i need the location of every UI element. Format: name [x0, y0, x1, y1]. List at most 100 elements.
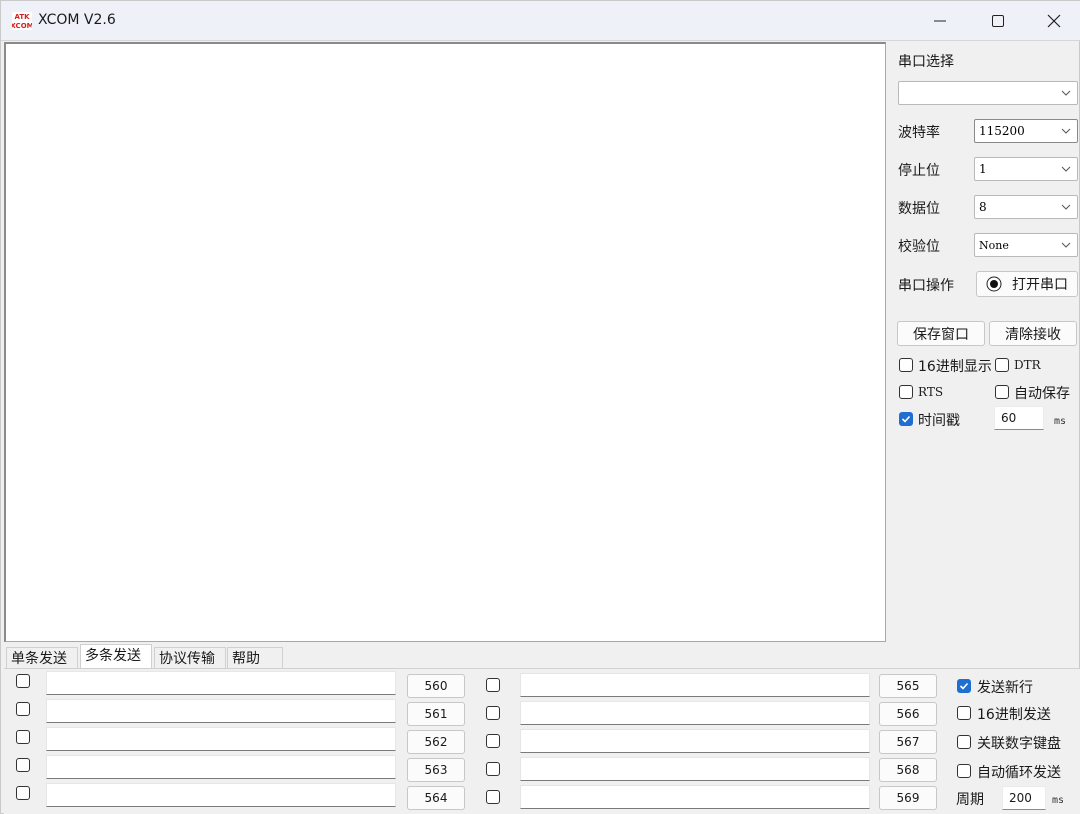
minimize-button[interactable]	[911, 1, 969, 41]
stop-bits-select[interactable]: 1	[974, 157, 1078, 181]
clear-receive-button[interactable]: 清除接收	[989, 321, 1077, 346]
multi-send-button-label: 569	[896, 791, 920, 805]
chevron-down-icon	[1061, 242, 1071, 248]
tab-protocol-label: 协议传输	[159, 651, 215, 667]
multi-send-button-label: 568	[896, 763, 920, 777]
maximize-button[interactable]	[969, 1, 1027, 41]
tab-protocol[interactable]: 协议传输	[154, 647, 226, 669]
close-button[interactable]	[1025, 1, 1080, 41]
parity-select[interactable]: None	[974, 233, 1078, 257]
open-port-button[interactable]: 打开串口	[976, 271, 1078, 297]
clear-receive-label: 清除接收	[1005, 326, 1061, 343]
rts-checkbox[interactable]	[899, 385, 913, 399]
timestamp-interval-input[interactable]: 60	[994, 406, 1044, 430]
period-value: 200	[1009, 791, 1032, 805]
svg-text:ATK: ATK	[14, 13, 30, 21]
multi-send-checkbox-4[interactable]	[16, 758, 30, 772]
chevron-down-icon	[1061, 166, 1071, 172]
minimize-icon	[934, 20, 946, 22]
multi-send-input-10[interactable]	[520, 785, 870, 809]
xcom-window: ATK XCOM XCOM V2.6 串口选择 波特率 115200 停止位 1…	[0, 0, 1080, 814]
auto-loop-checkbox[interactable]	[957, 764, 971, 778]
multi-send-button-label: 567	[896, 735, 920, 749]
multi-send-input-5[interactable]	[46, 783, 396, 807]
tab-multi-send-label: 多条发送	[85, 648, 141, 664]
multi-send-checkbox-9[interactable]	[486, 762, 500, 776]
multi-send-button-7[interactable]: 566	[879, 702, 937, 726]
port-select[interactable]	[898, 81, 1078, 105]
hex-send-checkbox[interactable]	[957, 706, 971, 720]
data-bits-select[interactable]: 8	[974, 195, 1078, 219]
multi-send-button-label: 566	[896, 707, 920, 721]
period-input[interactable]: 200	[1002, 786, 1046, 810]
numpad-checkbox[interactable]	[957, 735, 971, 749]
period-label: 周期	[956, 792, 984, 808]
timestamp-label: 时间戳	[918, 413, 960, 429]
multi-send-button-5[interactable]: 564	[407, 786, 465, 810]
multi-send-button-10[interactable]: 569	[879, 786, 937, 810]
multi-send-button-label: 564	[424, 791, 448, 805]
tab-single-send[interactable]: 单条发送	[6, 647, 78, 669]
multi-send-input-3[interactable]	[46, 727, 396, 751]
multi-send-button-4[interactable]: 563	[407, 758, 465, 782]
baud-select[interactable]: 115200	[974, 119, 1078, 143]
timestamp-unit: ms	[1054, 416, 1067, 427]
multi-send-input-1[interactable]	[46, 671, 396, 695]
baud-label: 波特率	[898, 125, 940, 141]
multi-send-checkbox-1[interactable]	[16, 674, 30, 688]
parity-value: None	[979, 239, 1009, 252]
dtr-checkbox[interactable]	[995, 358, 1009, 372]
multi-send-checkbox-8[interactable]	[486, 734, 500, 748]
multi-send-button-label: 562	[424, 735, 448, 749]
multi-send-button-3[interactable]: 562	[407, 730, 465, 754]
multi-send-checkbox-5[interactable]	[16, 786, 30, 800]
multi-send-input-2[interactable]	[46, 699, 396, 723]
baud-select-value: 115200	[979, 124, 1025, 138]
multi-send-button-1[interactable]: 560	[407, 674, 465, 698]
numpad-label: 关联数字键盘	[977, 736, 1061, 752]
port-operation-label: 串口操作	[898, 278, 954, 294]
multi-send-checkbox-3[interactable]	[16, 730, 30, 744]
multi-send-input-4[interactable]	[46, 755, 396, 779]
multi-send-input-6[interactable]	[520, 673, 870, 697]
chevron-down-icon	[1061, 204, 1071, 210]
auto-loop-label: 自动循环发送	[977, 765, 1061, 781]
multi-send-button-6[interactable]: 565	[879, 674, 937, 698]
tab-multi-send[interactable]: 多条发送	[80, 644, 152, 669]
svg-text:XCOM: XCOM	[12, 22, 32, 30]
timestamp-interval-value: 60	[1001, 411, 1017, 425]
window-title: XCOM V2.6	[38, 12, 116, 28]
save-window-button[interactable]: 保存窗口	[897, 321, 985, 346]
stop-bits-value: 1	[979, 162, 987, 176]
auto-save-checkbox[interactable]	[995, 385, 1009, 399]
multi-send-checkbox-6[interactable]	[486, 678, 500, 692]
multi-send-button-8[interactable]: 567	[879, 730, 937, 754]
hex-display-label: 16进制显示	[918, 359, 992, 375]
multi-send-input-8[interactable]	[520, 729, 870, 753]
parity-label: 校验位	[898, 239, 940, 255]
xcom-app-icon: ATK XCOM	[12, 12, 32, 30]
stop-bits-label: 停止位	[898, 163, 940, 179]
radio-indicator-icon	[986, 276, 1002, 292]
hex-send-label: 16进制发送	[977, 707, 1051, 723]
multi-send-checkbox-2[interactable]	[16, 702, 30, 716]
multi-send-checkbox-10[interactable]	[486, 790, 500, 804]
timestamp-checkbox[interactable]	[899, 412, 913, 426]
multi-send-input-7[interactable]	[520, 701, 870, 725]
data-bits-value: 8	[979, 200, 987, 214]
multi-send-input-9[interactable]	[520, 757, 870, 781]
close-icon	[1047, 14, 1061, 28]
save-window-label: 保存窗口	[913, 326, 969, 343]
maximize-icon	[992, 15, 1004, 27]
multi-send-button-2[interactable]: 561	[407, 702, 465, 726]
tab-help[interactable]: 帮助	[227, 647, 283, 669]
multi-send-button-9[interactable]: 568	[879, 758, 937, 782]
tab-help-label: 帮助	[232, 651, 260, 667]
send-newline-checkbox[interactable]	[957, 679, 971, 693]
hex-display-checkbox[interactable]	[899, 358, 913, 372]
multi-send-checkbox-7[interactable]	[486, 706, 500, 720]
send-newline-label: 发送新行	[977, 680, 1033, 696]
data-bits-label: 数据位	[898, 201, 940, 217]
receive-textarea[interactable]	[4, 42, 886, 642]
chevron-down-icon	[1061, 128, 1071, 134]
